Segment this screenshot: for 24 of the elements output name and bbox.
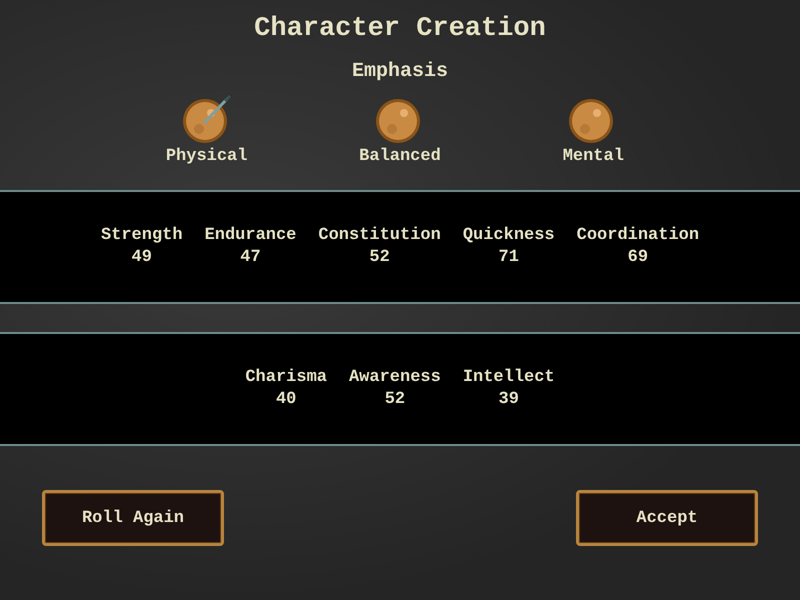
emphasis-option[interactable]: Mental: [562, 147, 624, 166]
emphasis-option[interactable]: Physical: [166, 147, 248, 166]
stat-name: Quickness: [462, 225, 555, 247]
stat-value: 47: [240, 247, 261, 269]
stat-name: Endurance: [204, 225, 296, 247]
section-heading: Emphasis: [352, 60, 448, 83]
stat-value: 49: [132, 247, 152, 269]
stat-value: 71: [498, 247, 519, 269]
stat-value: 52: [384, 389, 406, 411]
stat-value: 39: [498, 389, 519, 411]
stat-value: 40: [276, 389, 296, 411]
stat-name: Intellect: [462, 367, 555, 389]
stat-name: Charisma: [245, 367, 327, 389]
action-button[interactable]: Roll Again: [42, 490, 224, 546]
stat-name: Constitution: [318, 225, 441, 247]
stat-name: Strength: [100, 225, 183, 247]
emphasis-option[interactable]: Balanced: [359, 147, 441, 166]
stat-value: 52: [369, 247, 390, 269]
stat-name: Awareness: [348, 367, 441, 389]
action-button[interactable]: Accept: [576, 490, 758, 546]
screen-title: Character Creation: [254, 14, 546, 46]
shield-icon[interactable]: [180, 93, 233, 145]
stat-value: 69: [628, 247, 648, 269]
stat-name: Coordination: [576, 225, 700, 247]
